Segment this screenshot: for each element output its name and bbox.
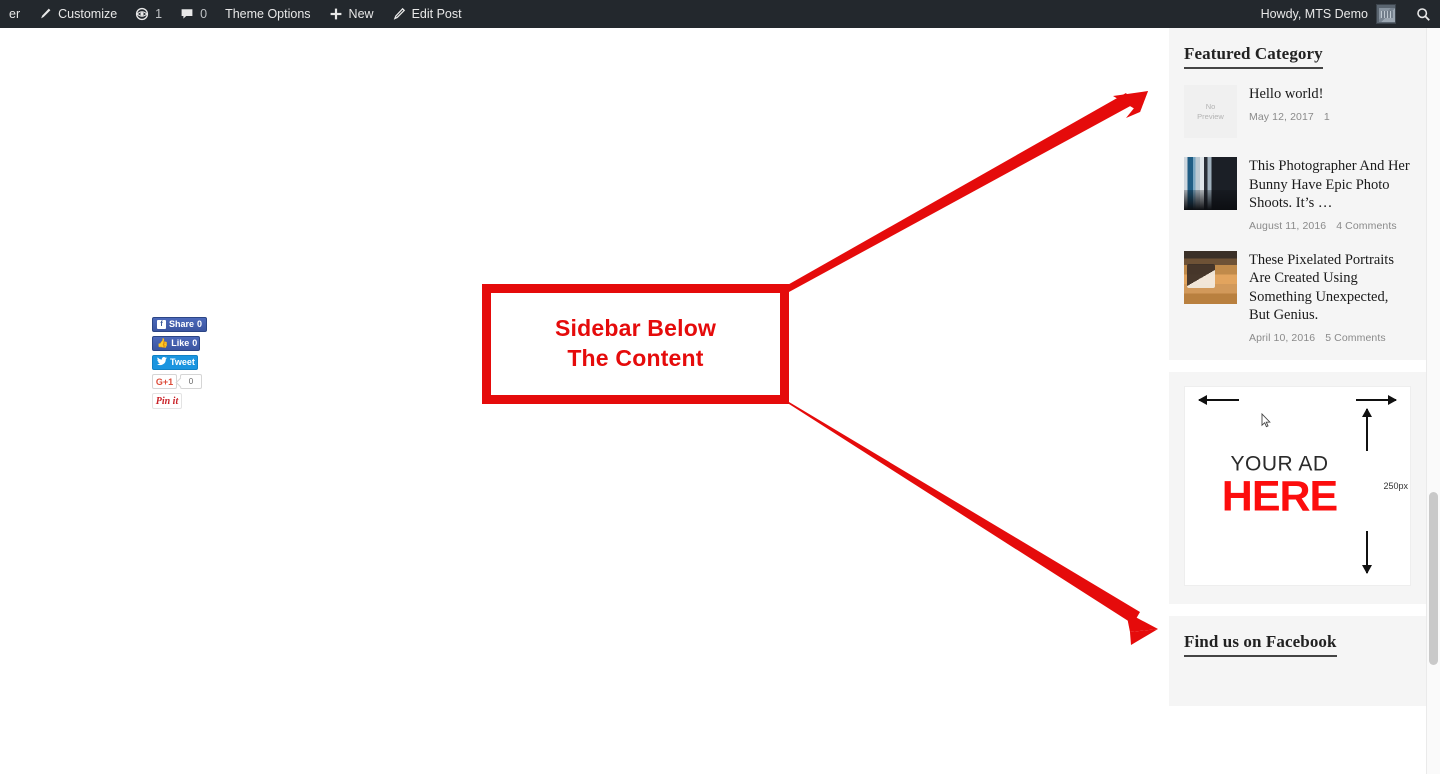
- plus-icon: [329, 7, 343, 21]
- ad-text: YOUR AD HERE: [1185, 453, 1374, 518]
- post-body: This Photographer And Her Bunny Have Epi…: [1249, 157, 1411, 232]
- admin-bar-site-name[interactable]: er: [0, 0, 29, 28]
- facebook-widget: Find us on Facebook: [1169, 615, 1426, 706]
- arrow-down-icon: [1362, 530, 1372, 574]
- cursor-arrow-icon: [1261, 412, 1271, 428]
- admin-bar-revisions[interactable]: 1: [126, 0, 171, 28]
- facebook-share-button[interactable]: f Share 0: [152, 317, 207, 332]
- page-root: er Customize 1 0 Theme Options New Edit …: [0, 0, 1440, 774]
- thumbs-up-icon: 👍: [157, 338, 169, 348]
- post-title[interactable]: This Photographer And Her Bunny Have Epi…: [1249, 157, 1411, 213]
- arrow-right-icon: [1356, 394, 1397, 405]
- avatar[interactable]: [1376, 4, 1396, 24]
- facebook-like-button[interactable]: 👍 Like 0: [152, 336, 200, 351]
- site-name-label: er: [9, 7, 21, 21]
- arrow-left-icon: [1198, 394, 1239, 405]
- twitter-bird-icon: [157, 357, 167, 368]
- list-item[interactable]: No Preview Hello world! May 12, 2017 1: [1184, 85, 1411, 138]
- post-body: These Pixelated Portraits Are Created Us…: [1249, 251, 1411, 344]
- post-content-area: f Share 0 👍 Like 0 Tweet G+1 0 Pin it: [0, 28, 1169, 774]
- advertisement-widget: YOUR AD HERE 250px: [1169, 371, 1426, 604]
- twitter-tweet-label: Tweet: [170, 357, 195, 367]
- comments-count: 0: [200, 7, 208, 21]
- howdy-label[interactable]: Howdy, MTS Demo: [1261, 7, 1376, 21]
- googleplus-one-button[interactable]: G+1: [152, 374, 177, 389]
- post-thumbnail: [1184, 250, 1237, 304]
- post-title[interactable]: These Pixelated Portraits Are Created Us…: [1249, 251, 1411, 325]
- post-title[interactable]: Hello world!: [1249, 85, 1411, 104]
- wp-admin-bar: er Customize 1 0 Theme Options New Edit …: [0, 0, 1440, 28]
- customize-label: Customize: [58, 7, 118, 21]
- facebook-like-count: 0: [192, 338, 198, 348]
- pinterest-label: Pin it: [155, 395, 179, 407]
- admin-bar-comments[interactable]: 0: [171, 0, 216, 28]
- edit-post-label: Edit Post: [411, 7, 462, 21]
- arrow-up-icon: [1362, 407, 1372, 451]
- sidebar-below-the-content: Featured Category No Preview Hello world…: [1169, 28, 1426, 774]
- list-item[interactable]: This Photographer And Her Bunny Have Epi…: [1184, 157, 1411, 232]
- admin-bar-left-group: er Customize 1 0 Theme Options New Edit …: [0, 0, 471, 28]
- new-label: New: [348, 7, 374, 21]
- twitter-tweet-button[interactable]: Tweet: [152, 355, 198, 370]
- ad-dimension-label: 250px: [1383, 480, 1408, 491]
- featured-category-widget: Featured Category No Preview Hello world…: [1169, 28, 1426, 360]
- admin-bar-theme-options[interactable]: Theme Options: [216, 0, 319, 28]
- post-meta: May 12, 2017 1: [1249, 111, 1411, 123]
- pinterest-pin-button[interactable]: Pin it: [152, 393, 182, 409]
- theme-options-label: Theme Options: [225, 7, 311, 21]
- no-preview-label: No Preview: [1197, 102, 1224, 121]
- ad-line-2: HERE: [1221, 472, 1338, 521]
- facebook-like-label: Like: [171, 338, 190, 348]
- facebook-share-label: Share: [168, 319, 194, 329]
- post-meta: April 10, 2016 5 Comments: [1249, 332, 1411, 344]
- googleplus-count: 0: [180, 374, 202, 389]
- featured-category-title: Featured Category: [1184, 44, 1323, 69]
- admin-bar-edit-post[interactable]: Edit Post: [383, 0, 471, 28]
- facebook-share-count: 0: [196, 319, 202, 329]
- eye-icon: [135, 7, 149, 21]
- ad-banner[interactable]: YOUR AD HERE 250px: [1184, 385, 1411, 586]
- list-item[interactable]: These Pixelated Portraits Are Created Us…: [1184, 250, 1411, 344]
- post-meta: August 11, 2016 4 Comments: [1249, 220, 1411, 232]
- post-comments[interactable]: 5 Comments: [1325, 332, 1386, 344]
- admin-bar-new[interactable]: New: [320, 0, 383, 28]
- post-thumbnail: [1184, 157, 1237, 210]
- revisions-count: 1: [155, 7, 163, 21]
- facebook-icon: f: [157, 320, 166, 329]
- brush-icon: [38, 7, 52, 21]
- post-date: April 10, 2016: [1249, 331, 1316, 344]
- admin-bar-customize[interactable]: Customize: [29, 0, 126, 28]
- post-thumbnail: No Preview: [1184, 85, 1237, 138]
- facebook-widget-title: Find us on Facebook: [1184, 632, 1337, 657]
- post-body: Hello world! May 12, 2017 1: [1249, 85, 1411, 138]
- admin-bar-right-group: Howdy, MTS Demo: [1261, 0, 1440, 28]
- googleplus-share-group: G+1 0: [152, 374, 222, 389]
- post-comments[interactable]: 1: [1324, 111, 1330, 123]
- post-date: May 12, 2017: [1249, 110, 1314, 123]
- post-date: August 11, 2016: [1249, 219, 1327, 232]
- search-icon[interactable]: [1406, 0, 1440, 28]
- post-comments[interactable]: 4 Comments: [1336, 220, 1397, 232]
- ad-line-1: YOUR AD: [1230, 452, 1329, 476]
- social-share-buttons: f Share 0 👍 Like 0 Tweet G+1 0 Pin it: [152, 317, 222, 409]
- pencil-icon: [392, 7, 406, 21]
- comment-bubble-icon: [180, 7, 194, 21]
- page-scrollbar-thumb[interactable]: [1429, 492, 1438, 665]
